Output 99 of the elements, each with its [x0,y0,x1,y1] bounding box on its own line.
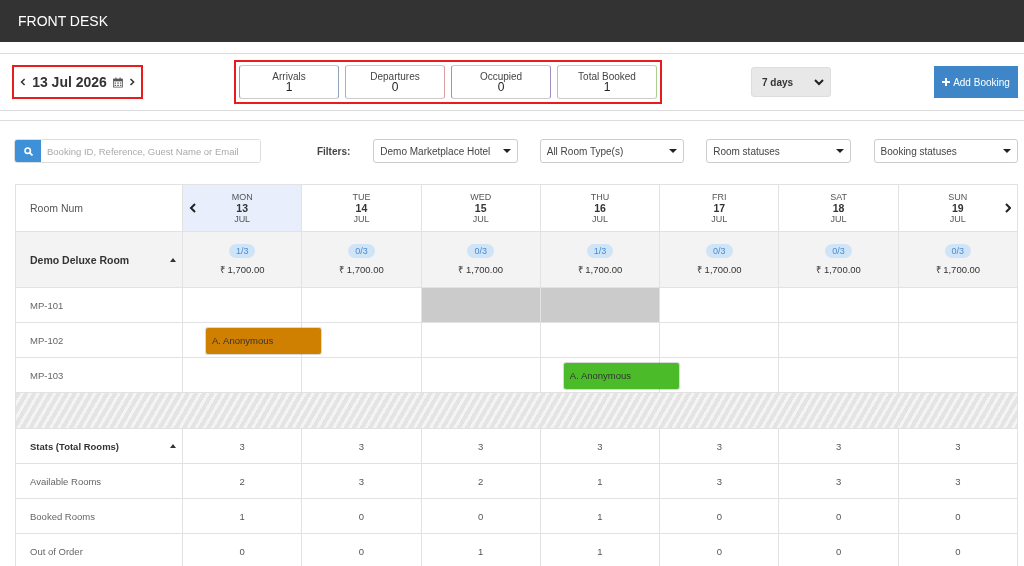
availability-badge: 0/3 [706,243,733,258]
filter-select[interactable]: Booking statuses [873,139,1019,163]
stat-value: 3 [716,475,722,487]
stat-value: 2 [478,475,484,487]
booking-bar[interactable]: A. Anonymous [563,362,679,389]
room-cell[interactable] [898,323,1018,358]
rate-text: ₹ 1,700.00 [577,262,623,276]
rate-text: ₹ 1,700.00 [696,262,742,276]
stat-value: 3 [358,440,365,452]
stat-value: 1 [478,545,484,557]
stat-value: 1 [597,475,603,487]
summary-count: 0 [497,82,505,93]
filter-select[interactable]: Demo Marketplace Hotel [373,139,518,163]
summary-count: 1 [602,82,612,93]
dropdown-icon [502,149,511,153]
stat-value: 3 [955,475,961,487]
stat-value: 3 [716,440,722,452]
stat-value: 0 [716,545,722,557]
booking-bar[interactable]: A. Anonymous [206,327,321,354]
chevron-down-icon [814,78,824,86]
room-number: MP-102 [30,334,64,346]
room-cell[interactable] [302,323,422,358]
plus-icon [942,78,951,86]
stat-value: 0 [358,510,365,522]
stat-value: 0 [955,545,961,557]
stat-value: 0 [716,510,722,522]
previous-icon[interactable] [189,203,196,213]
stat-value: 2 [239,475,245,487]
stat-value: 3 [835,440,842,452]
calendar-icon[interactable] [112,75,123,89]
next-icon[interactable] [1004,203,1011,213]
stat-value: 0 [835,545,842,557]
dropdown-icon [669,149,678,153]
stat-value: 1 [239,510,245,522]
room-cell[interactable] [302,288,422,323]
availability-badge: 1/3 [586,243,614,258]
collapse-icon[interactable] [170,444,176,448]
rate-text: ₹ 1,700.00 [339,262,384,276]
stat-value: 0 [478,510,484,522]
stats-title: Stats (Total Rooms) [30,440,120,452]
stat-value: 3 [478,440,484,452]
collapse-icon[interactable] [170,257,176,262]
day-header[interactable]: MON 13 JUL [183,185,303,232]
availability-badge: 0/3 [348,243,375,258]
stat-value: 0 [955,510,961,522]
room-cell[interactable] [779,288,899,323]
blocked-cell[interactable] [421,288,541,323]
summary-label: Occupied [478,71,524,82]
search-field[interactable]: Booking ID, Reference, Guest Name or Email [14,139,261,163]
room-cell[interactable] [779,323,899,358]
stat-value: 3 [955,440,961,452]
search-icon[interactable] [23,146,33,156]
stat-value: 3 [835,475,842,487]
rate-text: ₹ 1,700.00 [219,262,265,276]
dropdown-icon [1003,149,1012,153]
rate-text: ₹ 1,700.00 [816,262,861,276]
room-cell[interactable] [421,323,541,358]
stat-value: 0 [239,545,245,557]
room-cell[interactable] [660,288,780,323]
room-cell[interactable] [660,323,780,358]
room-number: MP-103 [30,369,64,381]
app-title: FRONT DESK [17,12,108,31]
room-cell[interactable] [898,288,1018,323]
room-number: MP-101 [30,299,64,311]
summary-count: 1 [284,82,294,93]
stat-value: 3 [239,440,245,452]
availability-badge: 0/3 [944,243,972,258]
date-label: 13 Jul 2026 [32,74,107,90]
stat-value: 3 [597,440,603,452]
summary-label: Total Booked [577,71,637,82]
summary-label: Arrivals [271,71,307,82]
availability-badge: 1/3 [228,243,256,258]
add-booking-button[interactable]: Add Booking [934,66,1018,98]
blocked-cell[interactable] [540,288,661,323]
room-cell[interactable] [540,323,661,358]
stat-value: 3 [358,475,365,487]
dropdown-icon [835,149,844,153]
filters-label: Filters: [316,145,351,157]
next-icon[interactable] [128,77,135,87]
stat-label: Available Rooms [30,475,102,487]
availability-badge: 0/3 [825,243,852,258]
stat-value: 0 [835,510,842,522]
rate-text: ₹ 1,700.00 [458,262,503,276]
filter-select[interactable]: Room statuses [706,139,851,163]
stat-value: 1 [597,510,603,522]
availability-badge: 0/3 [467,243,494,258]
filter-select[interactable]: All Room Type(s) [539,139,685,163]
summary-label: Departures [369,71,421,82]
stat-label: Booked Rooms [30,510,95,522]
previous-icon[interactable] [20,77,27,87]
rate-text: ₹ 1,700.00 [935,262,981,276]
summary-count: 0 [391,82,399,93]
stat-label: Out of Order [30,545,83,557]
range-select[interactable]: 7 days [751,67,831,97]
room-type-name: Demo Deluxe Room [30,253,130,266]
room-cell[interactable] [183,288,303,323]
stat-value: 0 [358,545,365,557]
column-header: Room Num [30,202,84,214]
stat-value: 1 [597,545,603,557]
